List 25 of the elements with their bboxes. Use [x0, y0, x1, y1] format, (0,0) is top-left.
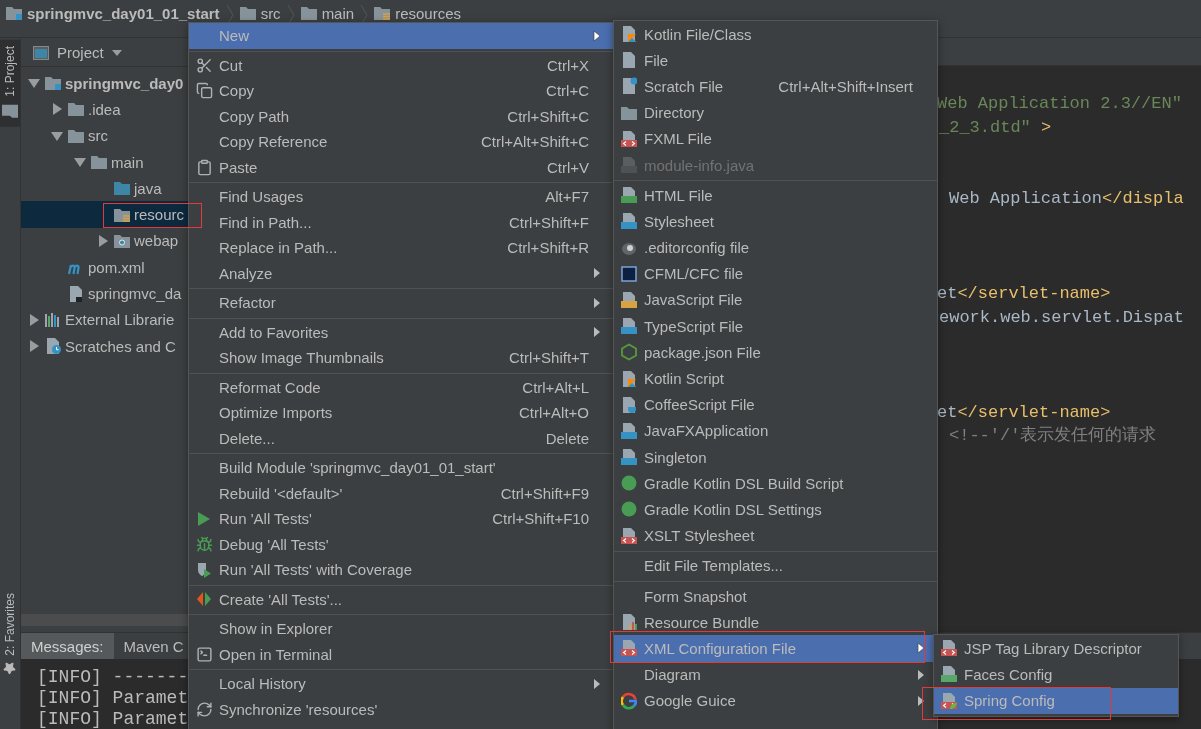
- code-line: ework.web.servlet.Dispat: [939, 306, 1184, 329]
- shortcut: Ctrl+Shift+F: [508, 213, 589, 231]
- shortcut: Ctrl+V: [546, 158, 589, 176]
- shortcut: Alt+F7: [545, 188, 589, 206]
- code-line: Web Application</displa: [949, 187, 1184, 210]
- shortcut: Ctrl+Shift+C: [507, 107, 589, 125]
- code-line: <!--'/'表示发任何的请求: [949, 425, 1157, 448]
- code-line: Web Application 2.3//EN": [937, 92, 1182, 115]
- console-line: [INFO] Paramet: [37, 688, 189, 709]
- shortcut: Ctrl+X: [546, 56, 589, 74]
- console-line: [INFO] -------: [37, 667, 189, 688]
- shortcut: Ctrl+Shift+R: [507, 239, 589, 257]
- shortcut: Delete: [545, 429, 589, 447]
- code-line: et</servlet-name>: [937, 282, 1111, 305]
- shortcut: Ctrl+Alt+L: [522, 378, 589, 396]
- shortcut: Ctrl+Alt+Shift+C: [481, 133, 589, 151]
- shortcut: Ctrl+Alt+Shift+Insert: [778, 77, 913, 95]
- shortcut: Ctrl+Alt+O: [518, 404, 589, 422]
- shortcut: Ctrl+Shift+T: [508, 349, 589, 367]
- code-line: et</servlet-name>: [937, 401, 1111, 424]
- code-line: _2_3.dtd" >: [939, 116, 1052, 139]
- shortcut: Ctrl+C: [546, 82, 589, 100]
- console-line: [INFO] Paramet: [37, 709, 189, 729]
- shortcut: Ctrl+Shift+F9: [500, 484, 589, 502]
- shortcut: Ctrl+Shift+F10: [492, 510, 589, 528]
